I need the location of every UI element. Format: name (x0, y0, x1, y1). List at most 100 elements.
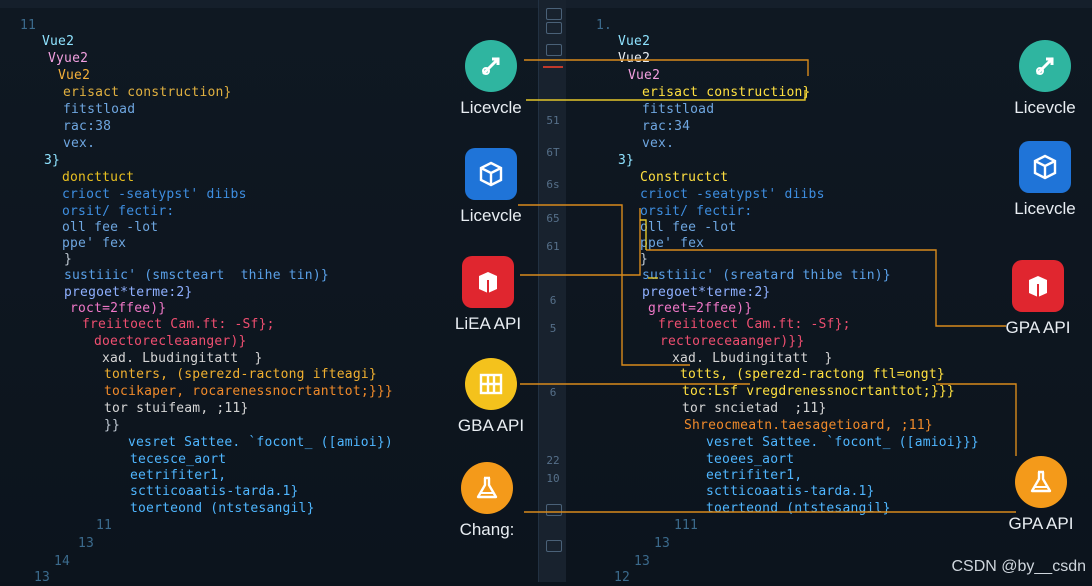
code-line[interactable]: freiitoect Cam.ft: -Sf}; (658, 317, 851, 333)
code-line[interactable]: tor sncietad ;11} (682, 401, 826, 417)
code-line[interactable]: eetrifiter1, (706, 468, 802, 484)
code-line[interactable]: sctticoaatis-tarda.1} (130, 484, 299, 500)
code-line[interactable]: ppe' fex (62, 236, 126, 252)
left-node[interactable]: Licevcle (431, 148, 551, 226)
grid-icon[interactable] (465, 358, 517, 410)
flask-icon[interactable] (1015, 456, 1067, 508)
right-node-label: Licevcle (1014, 199, 1076, 218)
code-line[interactable]: 12 (614, 570, 630, 586)
left-node[interactable]: Licevcle (431, 40, 551, 118)
code-line[interactable]: } (640, 252, 648, 268)
code-line[interactable]: toc:Lsf vregdrenessnocrtanttot;}}} (682, 384, 955, 400)
code-line[interactable]: teoees_aort (706, 452, 794, 468)
code-line[interactable]: eetrifiter1, (130, 468, 226, 484)
left-node-label: Licevcle (460, 206, 522, 225)
code-line[interactable]: ppe' fex (640, 236, 704, 252)
code-line[interactable]: oll fee -lot (62, 220, 158, 236)
code-line[interactable]: toerteond (ntstesangil} (706, 501, 891, 517)
box-icon[interactable] (462, 256, 514, 308)
link-icon[interactable] (465, 40, 517, 92)
left-node[interactable]: GBA API (431, 358, 551, 436)
code-line[interactable]: vesret Sattee. `focont_ ([amioi}}} (706, 435, 979, 451)
code-line[interactable]: }} (104, 418, 120, 434)
code-line[interactable]: oll fee -lot (640, 220, 736, 236)
gutter-icon[interactable] (546, 504, 562, 516)
code-line[interactable]: erisact construction} (63, 85, 232, 101)
code-line[interactable]: 3} (44, 153, 60, 169)
right-node[interactable]: Licevcle (985, 40, 1092, 118)
code-line[interactable]: freiitoect Cam.ft: -Sf}; (82, 317, 275, 333)
code-line[interactable]: 1. (596, 18, 612, 34)
code-line[interactable]: totts, (sperezd-ractong ftl=ongt} (680, 367, 945, 383)
code-line[interactable]: Constructct (640, 170, 728, 186)
gutter-number: 61 (546, 240, 560, 253)
code-line[interactable]: roct=2ffee)} (70, 301, 166, 317)
code-line[interactable]: rectoreceaanger)}} (660, 334, 804, 350)
code-line[interactable]: sustiiic' (sreatard thibe tin)} (642, 268, 891, 284)
left-node[interactable]: LiEA API (428, 256, 548, 334)
code-line[interactable]: 13 (34, 570, 50, 586)
code-line[interactable]: 111 (674, 518, 698, 534)
code-line[interactable]: doncttuct (62, 170, 134, 186)
code-line[interactable]: tor stuifeam, ;11} (104, 401, 248, 417)
code-line[interactable]: Vue2 (58, 68, 90, 84)
code-line[interactable]: 11 (20, 18, 36, 34)
code-line[interactable]: tonters, (sperezd-ractong ifteagi} (104, 367, 377, 383)
gutter-icon[interactable] (546, 540, 562, 552)
left-node[interactable]: Chang: (427, 462, 547, 540)
flask-icon[interactable] (461, 462, 513, 514)
code-line[interactable]: pregoet*terme:2} (642, 285, 770, 301)
code-line[interactable]: fitstload (63, 102, 135, 118)
right-pane-topbar (566, 0, 1092, 8)
code-line[interactable]: 13 (78, 536, 94, 552)
code-line[interactable]: 14 (54, 554, 70, 570)
code-line[interactable]: erisact construction} (642, 85, 811, 101)
code-line[interactable]: fitstload (642, 102, 714, 118)
cube-icon[interactable] (1019, 141, 1071, 193)
right-node[interactable]: GPA API (981, 456, 1092, 534)
right-node[interactable]: Licevcle (985, 141, 1092, 219)
right-node-label: GPA API (1008, 514, 1074, 533)
code-line[interactable]: crioct -seatypst' diibs (640, 187, 825, 203)
right-node-label: Licevcle (1014, 98, 1076, 117)
code-line[interactable]: 13 (654, 536, 670, 552)
code-line[interactable]: rac:38 (63, 119, 111, 135)
code-line[interactable]: xad. Lbudingitatt } (672, 351, 833, 367)
left-node-label: Chang: (459, 520, 515, 539)
left-node-label: Licevcle (460, 98, 522, 117)
link-icon[interactable] (1019, 40, 1071, 92)
code-line[interactable]: Vue2 (618, 51, 650, 67)
left-pane-topbar (0, 0, 538, 8)
code-line[interactable]: pregoet*terme:2} (64, 285, 192, 301)
code-line[interactable]: crioct -seatypst' diibs (62, 187, 247, 203)
right-node[interactable]: GPA API (978, 260, 1092, 338)
code-line[interactable]: vesret Sattee. `focont_ ([amioi}) (128, 435, 393, 451)
cube-icon[interactable] (465, 148, 517, 200)
code-line[interactable]: 3} (618, 153, 634, 169)
code-line[interactable]: vex. (63, 136, 95, 152)
code-line[interactable]: 11 (96, 518, 112, 534)
code-line[interactable]: greet=2ffee)} (648, 301, 752, 317)
code-line[interactable]: Vue2 (628, 68, 660, 84)
code-line[interactable]: sustiiic' (smscteart thihe tin)} (64, 268, 329, 284)
code-line[interactable]: tecesce_aort (130, 452, 226, 468)
code-line[interactable]: 13 (634, 554, 650, 570)
code-line[interactable]: Vyue2 (48, 51, 88, 67)
code-line[interactable]: tocikaper, rocarenessnocrtanttot;}}} (104, 384, 393, 400)
left-node-label: GBA API (457, 416, 525, 435)
code-line[interactable]: orsit/ fectir: (62, 204, 174, 220)
code-line[interactable]: Shreocmeatn.taesagetioard, ;11} (684, 418, 933, 434)
code-line[interactable]: xad. Lbudingitatt } (102, 351, 263, 367)
code-line[interactable]: } (64, 252, 72, 268)
box-icon[interactable] (1012, 260, 1064, 312)
code-line[interactable]: Vue2 (618, 34, 650, 50)
code-line[interactable]: rac:34 (642, 119, 690, 135)
code-line[interactable]: Vue2 (42, 34, 74, 50)
gutter-icon[interactable] (546, 22, 562, 34)
code-line[interactable]: toerteond (ntstesangil} (130, 501, 315, 517)
code-line[interactable]: vex. (642, 136, 674, 152)
code-line[interactable]: doectorecleaanger)} (94, 334, 247, 350)
code-line[interactable]: sctticoaatis-tarda.1} (706, 484, 875, 500)
code-line[interactable]: orsit/ fectir: (640, 204, 752, 220)
gutter-icon[interactable] (546, 8, 562, 20)
